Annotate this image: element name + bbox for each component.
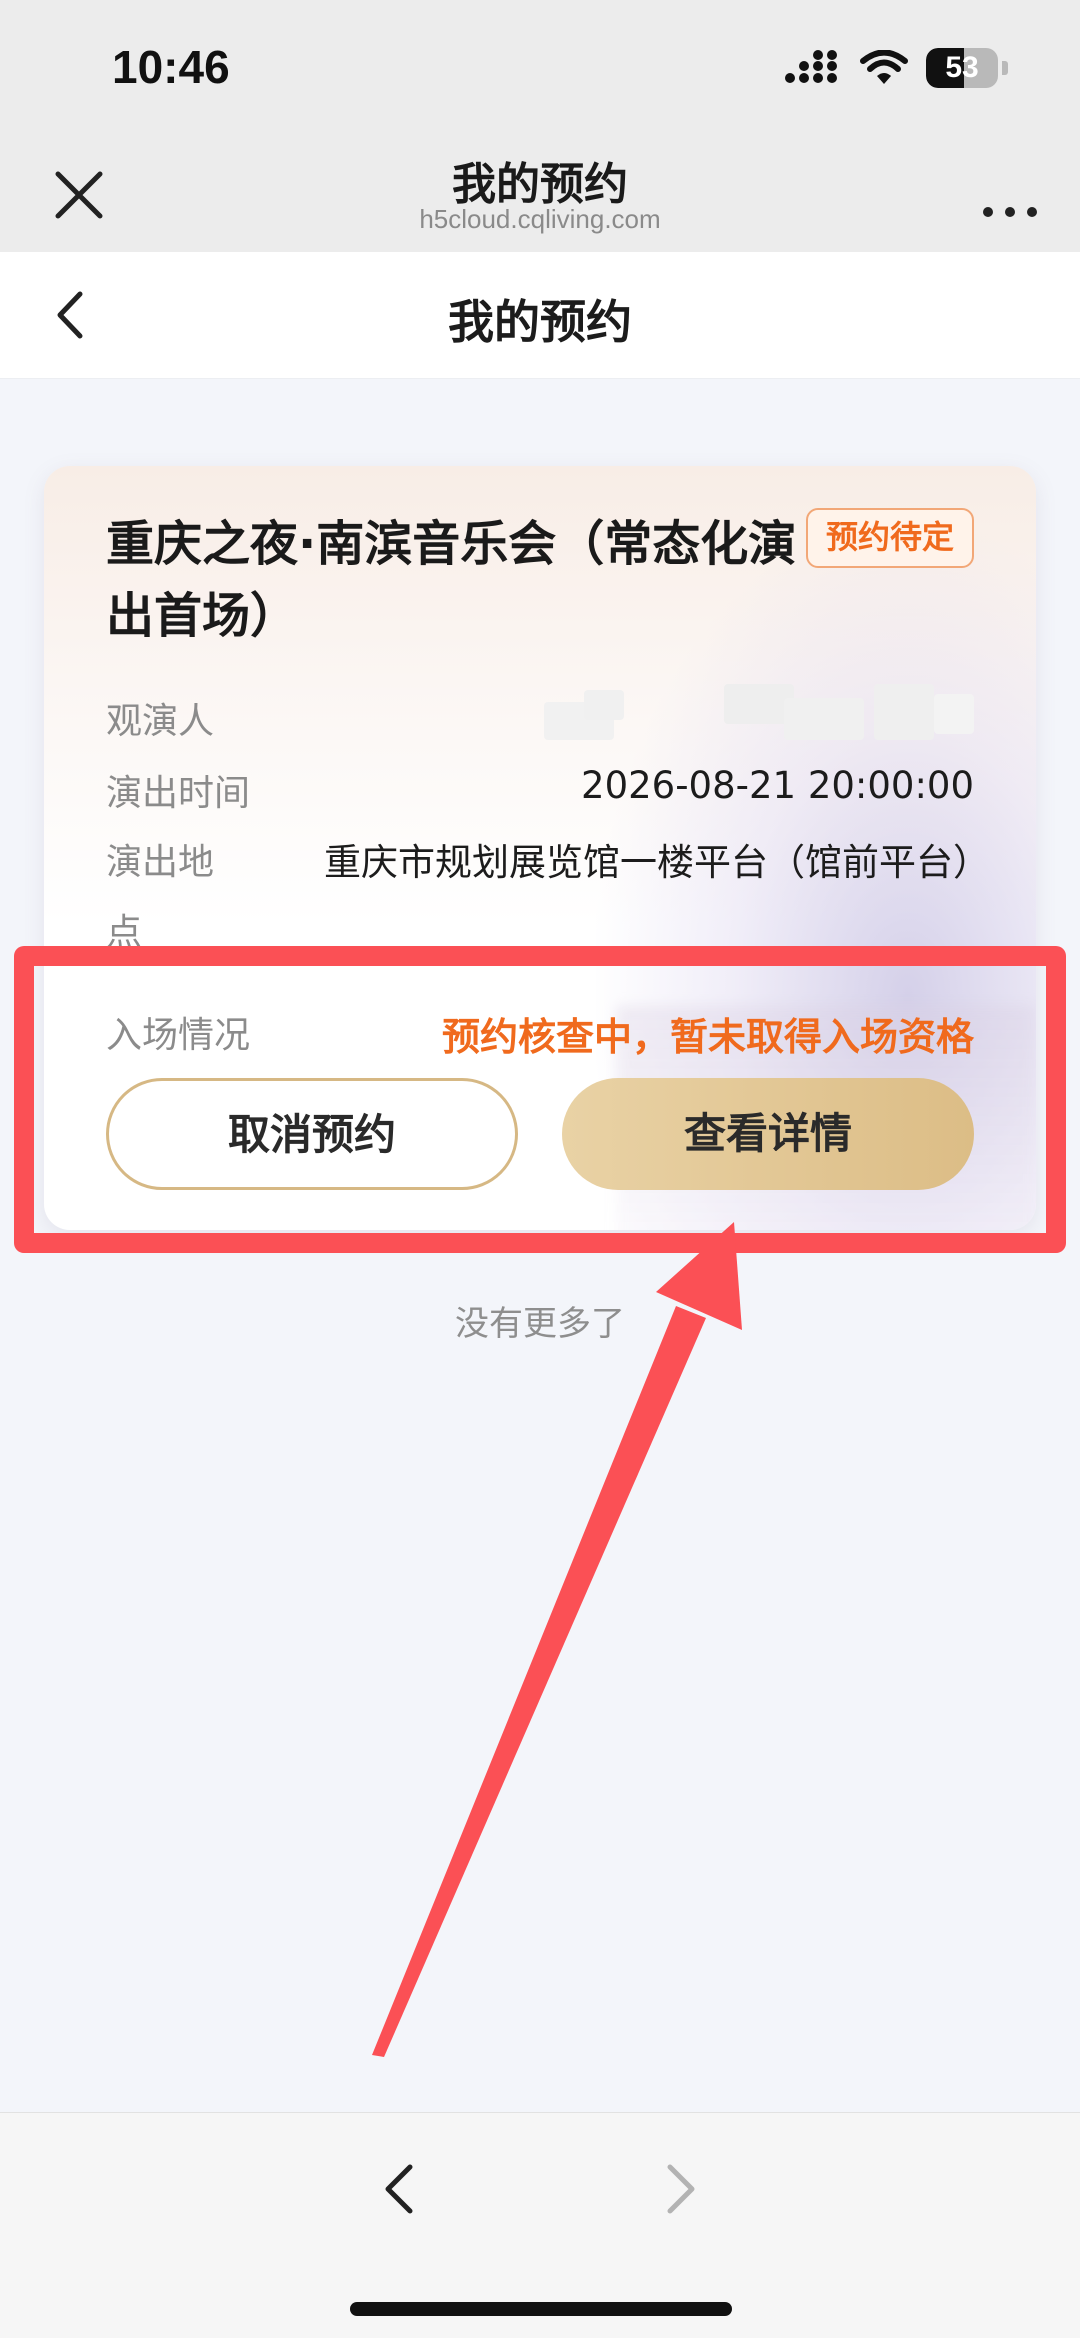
list-end-note: 没有更多了 [455,1304,625,1344]
home-indicator [350,2302,732,2316]
battery-icon: 53 [926,48,998,88]
page-title: 我的预约 [448,295,632,349]
event-title: 重庆之夜·南滨音乐会（常态化演出首场） [106,516,797,644]
battery-percent: 53 [945,51,979,84]
location-label: 演出地点 [106,842,215,953]
reservation-card[interactable]: 重庆之夜·南滨音乐会（常态化演出首场） 预约待定 观演人 演出时间 2026-0… [44,466,1036,1230]
browser-title: 我的预约 [452,159,628,210]
browser-url: h5cloud.cqliving.com [419,204,661,234]
status-time: 10:46 [112,41,230,93]
page-header: 我的预约 [0,252,1080,379]
time-label: 演出时间 [106,773,251,814]
entry-status-value: 预约核查中，暂未取得入场资格 [441,1015,974,1059]
cancel-reservation-button[interactable]: 取消预约 [106,1078,518,1190]
wifi-icon [860,50,908,84]
nav-forward-icon[interactable] [650,2153,710,2225]
audience-label: 观演人 [106,701,215,742]
browser-bar: 我的预约 h5cloud.cqliving.com [0,140,1080,252]
more-icon[interactable] [970,160,1050,230]
location-value: 重庆市规划展览馆一楼平台（馆前平台） [324,841,990,884]
nav-back-icon[interactable] [370,2153,430,2225]
audience-value-redacted [544,684,974,740]
battery-cap [1002,61,1008,75]
status-bar: 10:46 53 [0,0,1080,140]
cellular-signal-icon [785,50,837,83]
time-value: 2026-08-21 20:00:00 [581,764,974,807]
status-badge: 预约待定 [805,508,974,568]
entry-status-label: 入场情况 [106,1015,251,1056]
status-icons: 53 [784,48,1008,88]
view-details-button[interactable]: 查看详情 [562,1078,974,1190]
